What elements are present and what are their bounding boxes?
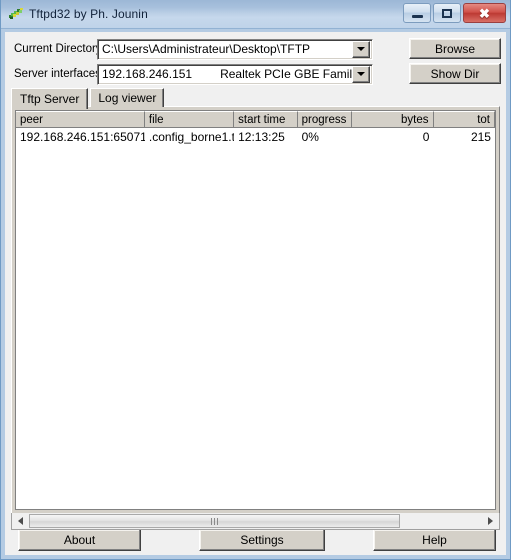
- column-header-file[interactable]: file: [144, 111, 235, 128]
- table-row[interactable]: 192.168.246.151:65071.config_borne1.t...…: [16, 128, 495, 145]
- column-header-peer[interactable]: peer: [16, 111, 145, 128]
- tftpd32-app-icon: [8, 6, 24, 22]
- tab-log-viewer[interactable]: Log viewer: [90, 88, 165, 107]
- triangle-left-icon: [18, 517, 23, 525]
- browse-button[interactable]: Browse: [409, 38, 501, 59]
- chevron-down-icon: [357, 47, 365, 51]
- transfer-list-header: peer file start time progress bytes tot: [16, 111, 495, 128]
- scroll-left-button[interactable]: [12, 513, 29, 529]
- cell-starttime: 12:13:25: [238, 129, 285, 144]
- tab-strip: Tftp Server Log viewer: [11, 88, 165, 109]
- column-header-total[interactable]: tot: [433, 111, 495, 128]
- chevron-down-icon: [357, 72, 365, 76]
- horizontal-scrollbar[interactable]: [11, 513, 500, 530]
- footer-button-bar: About Settings Help: [5, 529, 506, 553]
- scrollbar-track[interactable]: [29, 513, 482, 529]
- cell-total: 215: [470, 129, 491, 144]
- transfer-list-body[interactable]: 192.168.246.151:65071.config_borne1.t...…: [16, 128, 495, 509]
- server-interface-ip: 192.168.246.151: [102, 67, 193, 81]
- tftp-server-tab-panel: peer file start time progress bytes tot 192.1…: [11, 106, 500, 514]
- cell-bytes: 0: [422, 129, 430, 144]
- server-interfaces-label: Server interfaces: [14, 68, 101, 80]
- column-header-starttime[interactable]: start time: [234, 111, 298, 128]
- server-interfaces-dropdown-button[interactable]: [352, 65, 370, 83]
- current-directory-value: C:\Users\Administrateur\Desktop\TFTP: [102, 42, 311, 56]
- cell-progress: 0%: [301, 129, 319, 144]
- current-directory-label: Current Directory: [14, 43, 102, 55]
- current-directory-combo[interactable]: C:\Users\Administrateur\Desktop\TFTP: [97, 38, 373, 60]
- show-dir-button[interactable]: Show Dir: [409, 63, 501, 84]
- close-icon: ✖: [479, 5, 490, 21]
- cell-file: .config_borne1.t...: [148, 129, 234, 144]
- server-interfaces-combo[interactable]: 192.168.246.151 Realtek PCIe GBE Family …: [97, 63, 373, 85]
- server-interfaces-value: 192.168.246.151 Realtek PCIe GBE Family …: [98, 67, 352, 81]
- transfer-listview[interactable]: peer file start time progress bytes tot 192.1…: [15, 110, 496, 510]
- maximize-icon: [442, 8, 452, 18]
- client-area: Current Directory C:\Users\Administrateu…: [5, 32, 506, 555]
- triangle-right-icon: [488, 517, 493, 525]
- column-header-progress[interactable]: progress: [297, 111, 353, 128]
- window-title: Tftpd32 by Ph. Jounin: [29, 7, 148, 21]
- scrollbar-thumb[interactable]: [29, 514, 401, 528]
- about-button[interactable]: About: [18, 529, 141, 551]
- help-button[interactable]: Help: [373, 529, 496, 551]
- tab-tftp-server[interactable]: Tftp Server: [11, 88, 89, 109]
- cell-peer: 192.168.246.151:65071: [20, 129, 145, 144]
- maximize-button[interactable]: [433, 3, 461, 23]
- minimize-icon: [411, 14, 423, 18]
- current-directory-dropdown-button[interactable]: [352, 40, 370, 58]
- scroll-right-button[interactable]: [482, 513, 499, 529]
- tftpd32-window: Tftpd32 by Ph. Jounin ✖ Current Director…: [0, 0, 511, 560]
- settings-button[interactable]: Settings: [199, 529, 325, 551]
- scrollbar-grip-icon: [211, 517, 219, 525]
- title-bar[interactable]: Tftpd32 by Ph. Jounin ✖: [1, 0, 510, 29]
- close-button[interactable]: ✖: [463, 3, 506, 23]
- server-interface-adapter: Realtek PCIe GBE Family C: [220, 67, 352, 81]
- window-controls: ✖: [403, 3, 506, 23]
- minimize-button[interactable]: [403, 3, 431, 23]
- column-header-bytes[interactable]: bytes: [352, 111, 434, 128]
